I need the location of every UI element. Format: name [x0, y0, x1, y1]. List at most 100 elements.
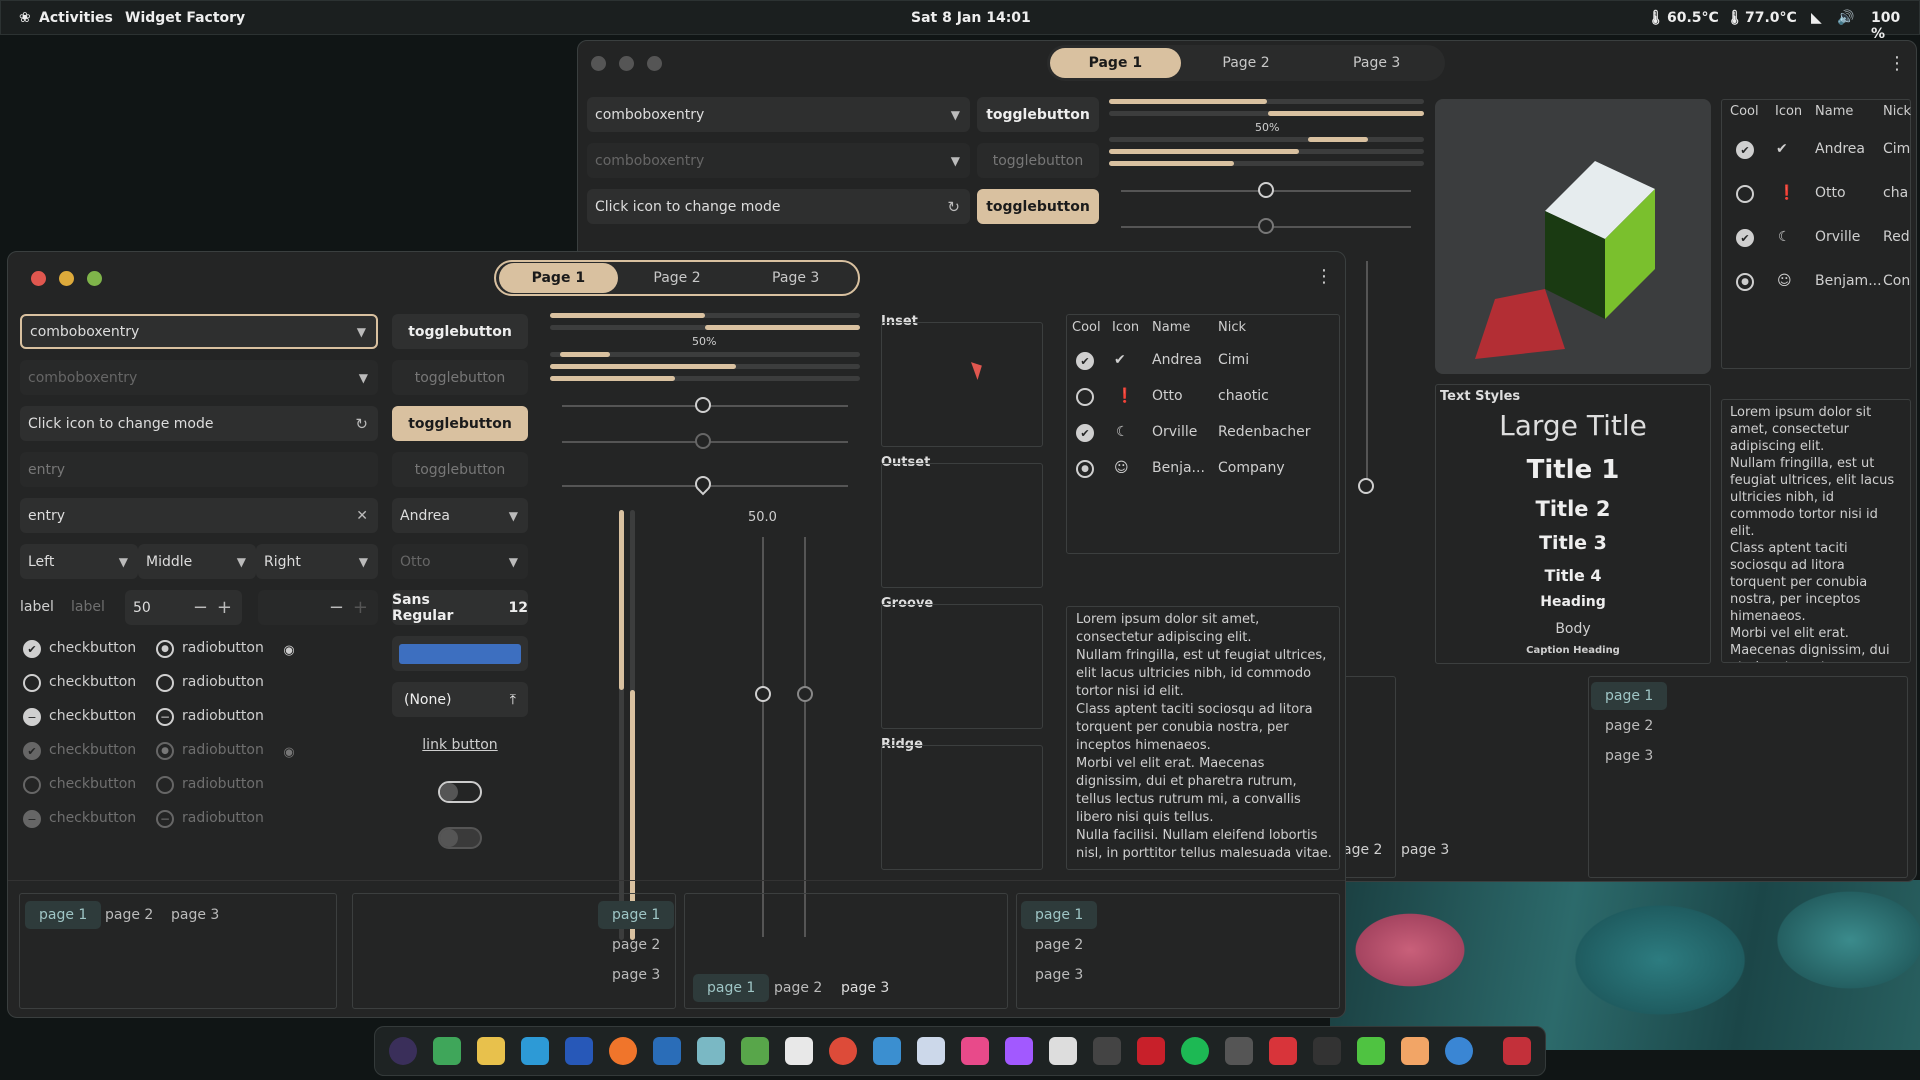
tab-page-2[interactable]: Page 2	[618, 263, 737, 293]
settings-cog-icon[interactable]	[697, 1037, 725, 1065]
vscale-track[interactable]	[804, 537, 806, 937]
close-button[interactable]	[591, 56, 606, 71]
tab-page-2[interactable]: page 2	[1021, 931, 1097, 959]
tab-page-3[interactable]: page 3	[157, 901, 233, 929]
clock[interactable]: Sat 8 Jan 14:01	[911, 10, 1031, 26]
activities-button[interactable]: Activities	[39, 10, 113, 26]
screenshot-icon[interactable]	[1225, 1037, 1253, 1065]
segment-right[interactable]: Right ▼	[256, 544, 378, 579]
segment-left[interactable]: Left ▼	[20, 544, 138, 579]
col-cool[interactable]: Cool	[1072, 320, 1101, 335]
col-name[interactable]: Name	[1152, 320, 1190, 335]
text-view[interactable]: Lorem ipsum dolor sit amet, consectetur …	[1721, 399, 1911, 663]
text-view[interactable]: Lorem ipsum dolor sit amet, consectetur …	[1066, 606, 1340, 870]
checkbox-label[interactable]: checkbutton	[49, 640, 136, 656]
screen-icon[interactable]	[873, 1037, 901, 1065]
checkbox-checked[interactable]: ✔	[23, 640, 41, 658]
system-settings-icon[interactable]	[1445, 1037, 1473, 1065]
checkbox-unchecked[interactable]	[23, 674, 41, 692]
text-view-content[interactable]: Lorem ipsum dolor sit amet, consectetur …	[1076, 611, 1334, 863]
radio-mixed[interactable]: −	[156, 708, 174, 726]
text-view-content[interactable]: Lorem ipsum dolor sit amet, consectetur …	[1730, 404, 1902, 662]
refresh-icon[interactable]: ↻	[947, 198, 960, 216]
tab-page-2[interactable]: page 2	[1591, 712, 1667, 740]
scale-knob[interactable]	[695, 397, 711, 413]
color-button[interactable]	[392, 636, 528, 671]
spotify-icon[interactable]	[1181, 1037, 1209, 1065]
file-chooser-button[interactable]: (None) ⤒	[392, 682, 528, 717]
tab-page-3[interactable]: page 3	[598, 961, 674, 989]
inkscape-icon[interactable]	[741, 1037, 769, 1065]
link-button[interactable]: link button	[392, 737, 528, 753]
calendar-icon[interactable]	[917, 1037, 945, 1065]
combobox-entry-focused[interactable]: comboboxentry ▼	[20, 314, 378, 349]
radio-unselected[interactable]	[156, 674, 174, 692]
scale-knob-pointer[interactable]	[691, 472, 715, 496]
maximize-button[interactable]	[87, 271, 102, 286]
game-icon[interactable]	[1137, 1037, 1165, 1065]
plus-icon[interactable]: +	[217, 597, 232, 618]
check-icon[interactable]: ✔	[1076, 424, 1094, 442]
trash-icon[interactable]	[1503, 1037, 1531, 1065]
tab-page-1[interactable]: Page 1	[1050, 48, 1181, 78]
vscale-track[interactable]	[1366, 261, 1368, 491]
tab-page-2[interactable]: Page 2	[1181, 48, 1312, 78]
photo-icon[interactable]	[961, 1037, 989, 1065]
tab-page-1[interactable]: page 1	[598, 901, 675, 929]
switch-off[interactable]	[438, 781, 482, 803]
col-nick[interactable]: Nick	[1883, 104, 1911, 119]
tab-page-1[interactable]: page 1	[1591, 682, 1668, 710]
tab-page-2[interactable]: page 2	[91, 901, 167, 929]
figma-icon[interactable]	[1005, 1037, 1033, 1065]
col-nick[interactable]: Nick	[1218, 320, 1246, 335]
close-button[interactable]	[31, 271, 46, 286]
gnome-icon[interactable]: ❀	[19, 10, 31, 26]
radio-selected[interactable]: ●	[156, 640, 174, 658]
battery-text[interactable]: 100 %	[1871, 10, 1919, 42]
togglebutton-active[interactable]: togglebutton	[977, 189, 1099, 224]
tab-page-3[interactable]: Page 3	[1311, 48, 1442, 78]
radio-icon[interactable]: ●	[1736, 273, 1754, 291]
wifi-icon[interactable]: ◣	[1811, 10, 1822, 26]
mode-entry[interactable]: Click icon to change mode ↻	[20, 406, 378, 441]
check-icon[interactable]: ✔	[1736, 229, 1754, 247]
firefox-icon[interactable]	[609, 1037, 637, 1065]
entry-with-clear[interactable]: entry ✕	[20, 498, 378, 533]
check-icon[interactable]	[1076, 388, 1094, 406]
mail-icon[interactable]	[565, 1037, 593, 1065]
vscale-knob[interactable]	[797, 686, 813, 702]
segment-middle[interactable]: Middle ▼	[138, 544, 256, 579]
tab-page-1[interactable]: page 1	[1021, 901, 1098, 929]
tasks-icon[interactable]	[433, 1037, 461, 1065]
widget-factory-icon[interactable]	[1401, 1037, 1429, 1065]
menu-icon[interactable]: ⋮	[1315, 266, 1333, 287]
vscale-knob[interactable]	[755, 686, 771, 702]
checkbox-label[interactable]: checkbutton	[49, 708, 136, 724]
togglebutton-active[interactable]: togglebutton	[392, 406, 528, 441]
combobox-andrea[interactable]: Andrea ▼	[392, 498, 528, 533]
check-icon[interactable]: ✔	[1736, 141, 1754, 159]
tab-page-2[interactable]: page 2	[760, 974, 836, 1002]
radio-icon[interactable]: ●	[1076, 460, 1094, 478]
checkbox-mixed[interactable]: −	[23, 708, 41, 726]
steam-icon[interactable]	[389, 1037, 417, 1065]
scale-knob[interactable]	[1258, 182, 1274, 198]
extensions-icon[interactable]	[1357, 1037, 1385, 1065]
vscode-icon[interactable]	[653, 1037, 681, 1065]
telegram-icon[interactable]	[521, 1037, 549, 1065]
files-icon[interactable]	[477, 1037, 505, 1065]
terminal-icon[interactable]	[1313, 1037, 1341, 1065]
terminal-app-icon[interactable]	[1049, 1037, 1077, 1065]
col-icon[interactable]: Icon	[1775, 104, 1802, 119]
tab-page-1[interactable]: Page 1	[499, 263, 618, 293]
volume-icon[interactable]: 🔊	[1837, 10, 1854, 26]
spin-button[interactable]: 50 − +	[125, 590, 242, 625]
refresh-icon[interactable]: ↻	[355, 415, 368, 433]
tab-page-3[interactable]: page 3	[1401, 842, 1449, 858]
vscale-track[interactable]	[762, 537, 764, 937]
tab-page-2[interactable]: page 2	[598, 931, 674, 959]
tab-page-1[interactable]: page 1	[25, 901, 102, 929]
check-icon[interactable]: ✔	[1076, 352, 1094, 370]
notes-icon[interactable]	[785, 1037, 813, 1065]
app-menu[interactable]: Widget Factory	[125, 10, 245, 26]
